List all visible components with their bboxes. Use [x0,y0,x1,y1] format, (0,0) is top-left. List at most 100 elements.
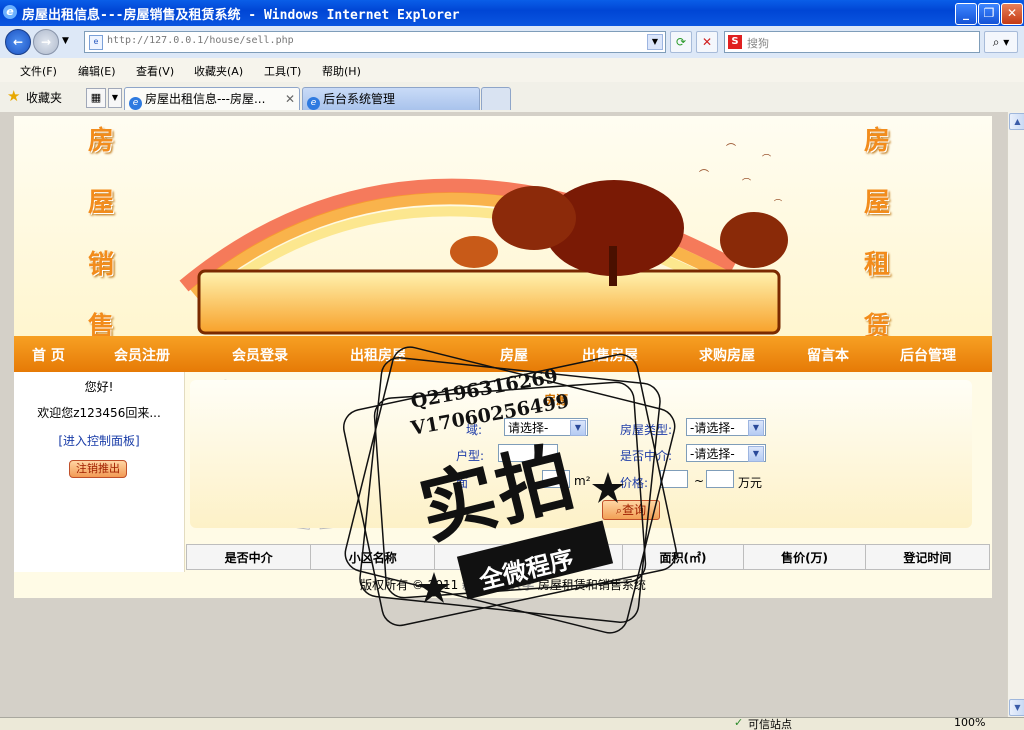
tab-close-icon[interactable]: ✕ [285,88,295,110]
col-area: 面积(㎡) [621,544,745,570]
scroll-down-icon[interactable]: ▼ [1009,699,1024,716]
col-agent: 是否中介 [185,544,312,570]
price-label: 价格: [620,476,649,490]
search-box[interactable]: S 搜狗 [724,31,980,53]
main-nav: 首 页 会员注册 会员登录 出租房屋 房屋 出售房屋 求购房屋 留言本 后台管理 [14,336,992,372]
price-max-input[interactable] [706,470,734,488]
results-table: 是否中介 小区名称 所属区域 房型 面积(㎡) 售价(万) 登记时间 [185,544,991,570]
area-size-input[interactable] [542,470,570,488]
refresh-icon[interactable]: ⟳ [670,31,692,53]
house-type-value: -请选择- [690,421,735,435]
banner-right-char: 租 [864,250,891,280]
svg-text:⌒: ⌒ [726,143,736,155]
price-separator: ~ [694,474,705,488]
query-button[interactable]: ⌕查询 [602,500,660,520]
col-reg-time: 登记时间 [864,544,991,570]
col-price: 售价(万) [743,544,866,570]
tab-page-icon: e [129,97,142,110]
menu-file[interactable]: 文件(F) [20,63,57,79]
minimize-button[interactable]: _ [955,3,977,25]
university-name: 新疆财经大学 [462,578,535,592]
tab-admin[interactable]: e 后台系统管理 [302,87,480,110]
house-search-panel [190,380,972,528]
banner-art: ⌒ ⌒ ⌒ ⌒ ⌒ [179,143,788,335]
menu-tools[interactable]: 工具(T) [264,63,301,79]
menu-view[interactable]: 查看(V) [136,63,174,79]
window-titlebar: e 房屋出租信息---房屋销售及租赁系统 - Windows Internet … [0,0,1024,26]
layout-input[interactable] [498,444,558,462]
search-go-icon[interactable]: ⌕ ▾ [984,31,1018,53]
col-room-type: 房型 [558,544,623,570]
close-button[interactable]: ✕ [1001,3,1023,25]
logout-button[interactable]: 注销推出 [69,460,127,478]
house-type-select[interactable]: -请选择- ▼ [686,418,766,436]
col-community: 小区名称 [310,544,436,570]
ie-logo-icon: e [3,5,17,19]
favorites-star-icon[interactable]: ★ [7,87,20,105]
chevron-down-icon: ▼ [748,446,764,462]
menu-edit[interactable]: 编辑(E) [78,63,116,79]
security-zone: 可信站点 [748,718,792,730]
banner-left-char: 售 [88,312,115,336]
page-icon: e [89,35,103,50]
browser-viewport: ⌒ ⌒ ⌒ ⌒ ⌒ 房 屋 销 售 房 屋 租 赁 首 页 会员注册 会员登录 出租… [0,112,1008,717]
agent-select[interactable]: -请选择- ▼ [686,444,766,462]
query-label: 查询 [622,503,647,517]
search-input[interactable]: 搜狗 [747,35,769,51]
layout-label: 户型: [456,449,485,463]
menu-bar: 文件(F) 编辑(E) 查看(V) 收藏夹(A) 工具(T) 帮助(H) [0,58,1024,83]
banner-right-char: 赁 [864,312,891,336]
banner-left-char: 屋 [88,188,115,218]
svg-text:⌒: ⌒ [742,178,751,189]
search-section-title: 房源 [544,393,569,407]
area-select[interactable]: 请选择- ▼ [504,418,588,436]
window-title: 房屋出租信息---房屋销售及租赁系统 - Windows Internet Ex… [22,8,460,23]
back-button[interactable]: ← [5,29,31,55]
copyright-text: 版权所有 © 2011 [360,578,459,592]
control-panel-link[interactable]: [进入控制面板] [14,432,184,449]
area-select-value: 请选择- [508,421,549,435]
stop-icon[interactable]: ✕ [696,31,718,53]
nav-admin[interactable]: 后台管理 [900,345,956,365]
price-min-input[interactable] [660,470,688,488]
nav-sell-house[interactable]: 出售房屋 [582,345,638,365]
tab-label: 后台系统管理 [323,92,396,106]
vertical-scrollbar[interactable]: ▲ ▼ [1007,112,1024,717]
web-page: ⌒ ⌒ ⌒ ⌒ ⌒ 房 屋 销 售 房 屋 租 赁 首 页 会员注册 会员登录 出租… [14,116,992,598]
system-name: 房屋租赁和销售系统 [537,578,646,592]
favorites-label[interactable]: 收藏夹 [26,89,62,106]
quick-tabs-icon[interactable]: ▦ [86,88,106,108]
new-tab-button[interactable] [481,87,511,110]
svg-text:⌒: ⌒ [774,199,782,208]
nav-login[interactable]: 会员登录 [232,345,288,365]
menu-favorites[interactable]: 收藏夹(A) [194,63,243,79]
user-panel: 您好! 欢迎您z123456回来... [进入控制面板] 注销推出 [14,372,185,572]
nav-rent-house[interactable]: 出租房屋 [350,345,406,365]
site-banner: ⌒ ⌒ ⌒ ⌒ ⌒ 房 屋 销 售 房 屋 租 赁 [14,116,992,336]
history-dropdown-icon[interactable]: ▼ [62,36,69,46]
house-type-label: 房屋类型: [620,423,673,437]
price-unit: 万元 [738,476,763,490]
area-unit: m² [574,474,591,488]
chevron-down-icon: ▼ [570,420,586,436]
address-bar[interactable]: e http://127.0.0.1/house/sell.php ▼ [84,31,666,53]
nav-guestbook[interactable]: 留言本 [807,345,849,365]
nav-register[interactable]: 会员注册 [114,345,170,365]
scroll-up-icon[interactable]: ▲ [1009,113,1024,130]
tab-house-rent[interactable]: e 房屋出租信息---房屋... ✕ [124,87,300,110]
banner-left-char: 房 [88,126,115,156]
nav-house[interactable]: 房屋 [500,345,528,365]
svg-text:⌒: ⌒ [762,154,771,165]
zoom-level[interactable]: 100% [954,718,985,729]
address-url: http://127.0.0.1/house/sell.php [107,35,294,46]
tab-list-dropdown-icon[interactable]: ▼ [108,88,122,108]
nav-buy-house[interactable]: 求购房屋 [699,345,755,365]
menu-help[interactable]: 帮助(H) [322,63,361,79]
area-size-label: 面 [456,476,469,490]
status-bar: ✓ 可信站点 100% [0,717,1024,730]
address-dropdown-icon[interactable]: ▼ [647,34,663,50]
forward-button[interactable]: → [33,29,59,55]
greeting: 您好! [84,380,114,394]
nav-home[interactable]: 首 页 [32,345,65,365]
restore-button[interactable]: ❐ [978,3,1000,25]
